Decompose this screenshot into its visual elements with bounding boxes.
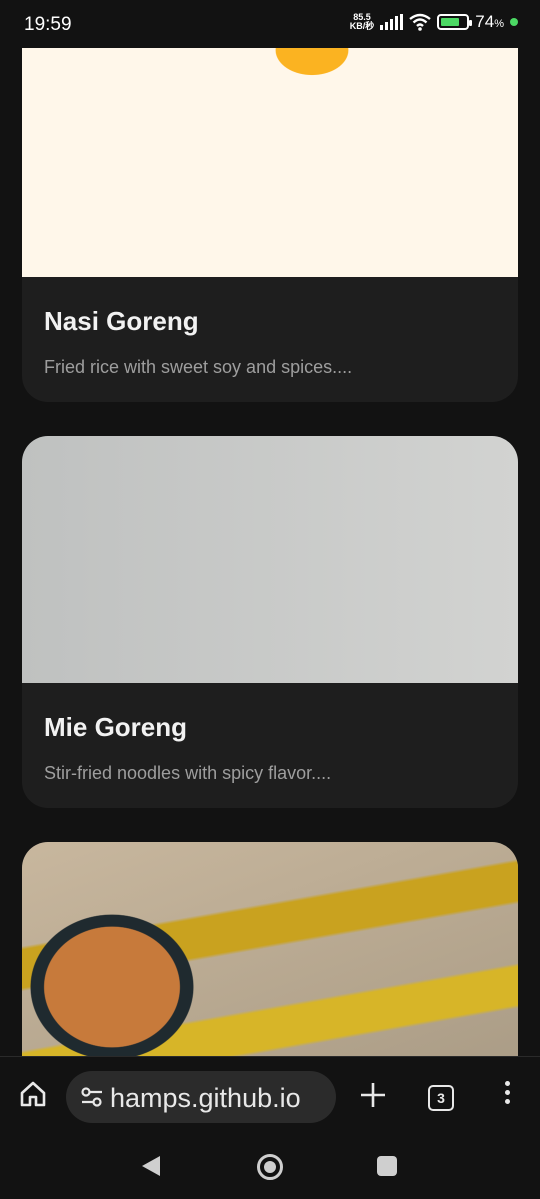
food-card-mie-goreng[interactable]: Mie Goreng Stir-fried noodles with spicy… [22,436,518,808]
plus-icon [361,1083,385,1107]
clock: 19:59 [24,14,72,35]
back-icon[interactable] [142,1156,160,1176]
browser-toolbar: hamps.github.io 3 [0,1056,540,1137]
signal-icon [380,14,404,30]
url-text[interactable]: hamps.github.io [110,1083,301,1114]
battery-icon [437,14,473,30]
home-icon[interactable] [18,1079,48,1109]
page-content[interactable]: Nasi Goreng Fried rice with sweet soy an… [0,0,540,1056]
food-title: Nasi Goreng [44,306,199,336]
site-settings-icon[interactable] [80,1086,104,1108]
recents-icon[interactable] [377,1156,397,1176]
food-image [22,436,518,683]
battery-percent: 74% [475,12,504,31]
wifi-icon [409,13,432,31]
food-card-sate[interactable] [22,842,518,1056]
new-tab-button[interactable] [356,1073,390,1120]
food-card-nasi-goreng[interactable]: Nasi Goreng Fried rice with sweet soy an… [22,0,518,402]
food-description: Stir-fried noodles with spicy flavor.... [44,763,332,783]
status-bar: 19:59 85.5 KB/秒 74% [0,0,540,48]
more-vert-icon[interactable] [500,1081,514,1111]
food-title: Mie Goreng [44,712,188,742]
privacy-indicator-dot [510,18,518,26]
food-description: Fried rice with sweet soy and spices.... [44,357,353,377]
system-navigation-bar [0,1136,540,1199]
address-bar[interactable]: hamps.github.io [66,1071,336,1123]
food-image [22,842,518,1056]
network-speed: 85.5 KB/秒 [349,12,375,31]
tab-switcher-button[interactable]: 3 [428,1085,454,1111]
home-circle-icon[interactable] [257,1154,283,1180]
